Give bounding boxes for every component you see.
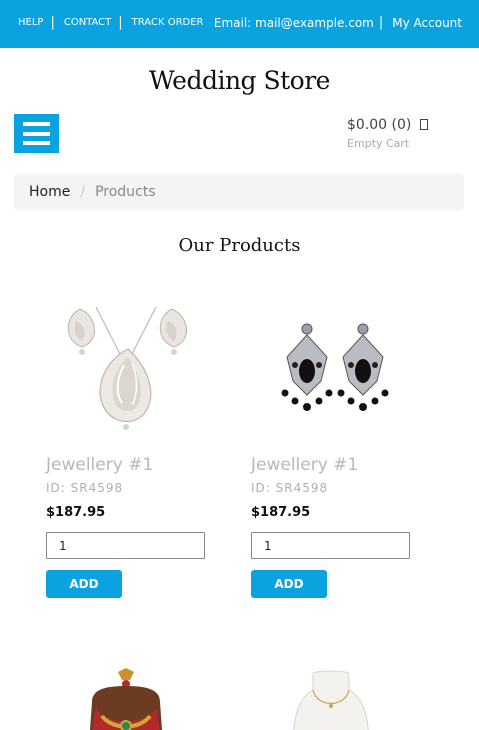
- product-image[interactable]: [251, 299, 411, 439]
- cart-status: Empty Cart: [347, 137, 410, 150]
- product-image[interactable]: [251, 668, 411, 730]
- separator: |: [50, 14, 55, 30]
- diamond-pendant-earring-set-image: [67, 306, 187, 430]
- account-links: Email: mail@example.com | My Account: [214, 16, 462, 30]
- product-image[interactable]: [46, 668, 206, 730]
- black-stone-chandelier-earrings-image: [281, 323, 389, 411]
- email-link[interactable]: Email: mail@example.com: [214, 16, 374, 30]
- add-to-cart-button[interactable]: ADD: [251, 570, 327, 598]
- quantity-input[interactable]: [251, 532, 410, 559]
- top-links: HELP | CONTACT | TRACK ORDER: [18, 14, 204, 30]
- bridal-kundan-necklace-set-image: [90, 668, 162, 730]
- separator: |: [378, 15, 384, 30]
- separator: |: [118, 14, 123, 30]
- add-to-cart-button[interactable]: ADD: [46, 570, 122, 598]
- cart-amount: $0.00 (0): [347, 117, 429, 133]
- my-account-link[interactable]: My Account: [392, 16, 462, 30]
- cart-total: $0.00 (0): [347, 117, 412, 133]
- store-logo[interactable]: Wedding Store: [0, 66, 479, 95]
- hamburger-menu-button[interactable]: [14, 114, 59, 153]
- product-price: $187.95: [251, 505, 311, 520]
- breadcrumb-separator: /: [80, 184, 86, 200]
- breadcrumb-home[interactable]: Home: [29, 184, 70, 200]
- cart-summary[interactable]: $0.00 (0) Empty Cart: [347, 117, 429, 150]
- section-title: Our Products: [178, 235, 301, 256]
- breadcrumb: Home / Products: [14, 174, 464, 210]
- product-sku: ID: SR4598: [251, 481, 329, 495]
- product-price: $187.95: [46, 505, 106, 520]
- product-name[interactable]: Jewellery #1: [251, 455, 358, 475]
- contact-link[interactable]: CONTACT: [64, 17, 111, 28]
- product-name[interactable]: Jewellery #1: [46, 455, 153, 475]
- cart-icon[interactable]: [420, 119, 429, 130]
- product-sku: ID: SR4598: [46, 481, 124, 495]
- quantity-input[interactable]: [46, 532, 205, 559]
- top-bar: HELP | CONTACT | TRACK ORDER Email: mail…: [0, 0, 479, 48]
- breadcrumb-current: Products: [95, 184, 156, 200]
- product-image[interactable]: [46, 299, 206, 439]
- track-order-link[interactable]: TRACK ORDER: [132, 17, 204, 28]
- help-link[interactable]: HELP: [18, 17, 43, 28]
- gold-chain-necklace-on-bust-image: [293, 670, 369, 730]
